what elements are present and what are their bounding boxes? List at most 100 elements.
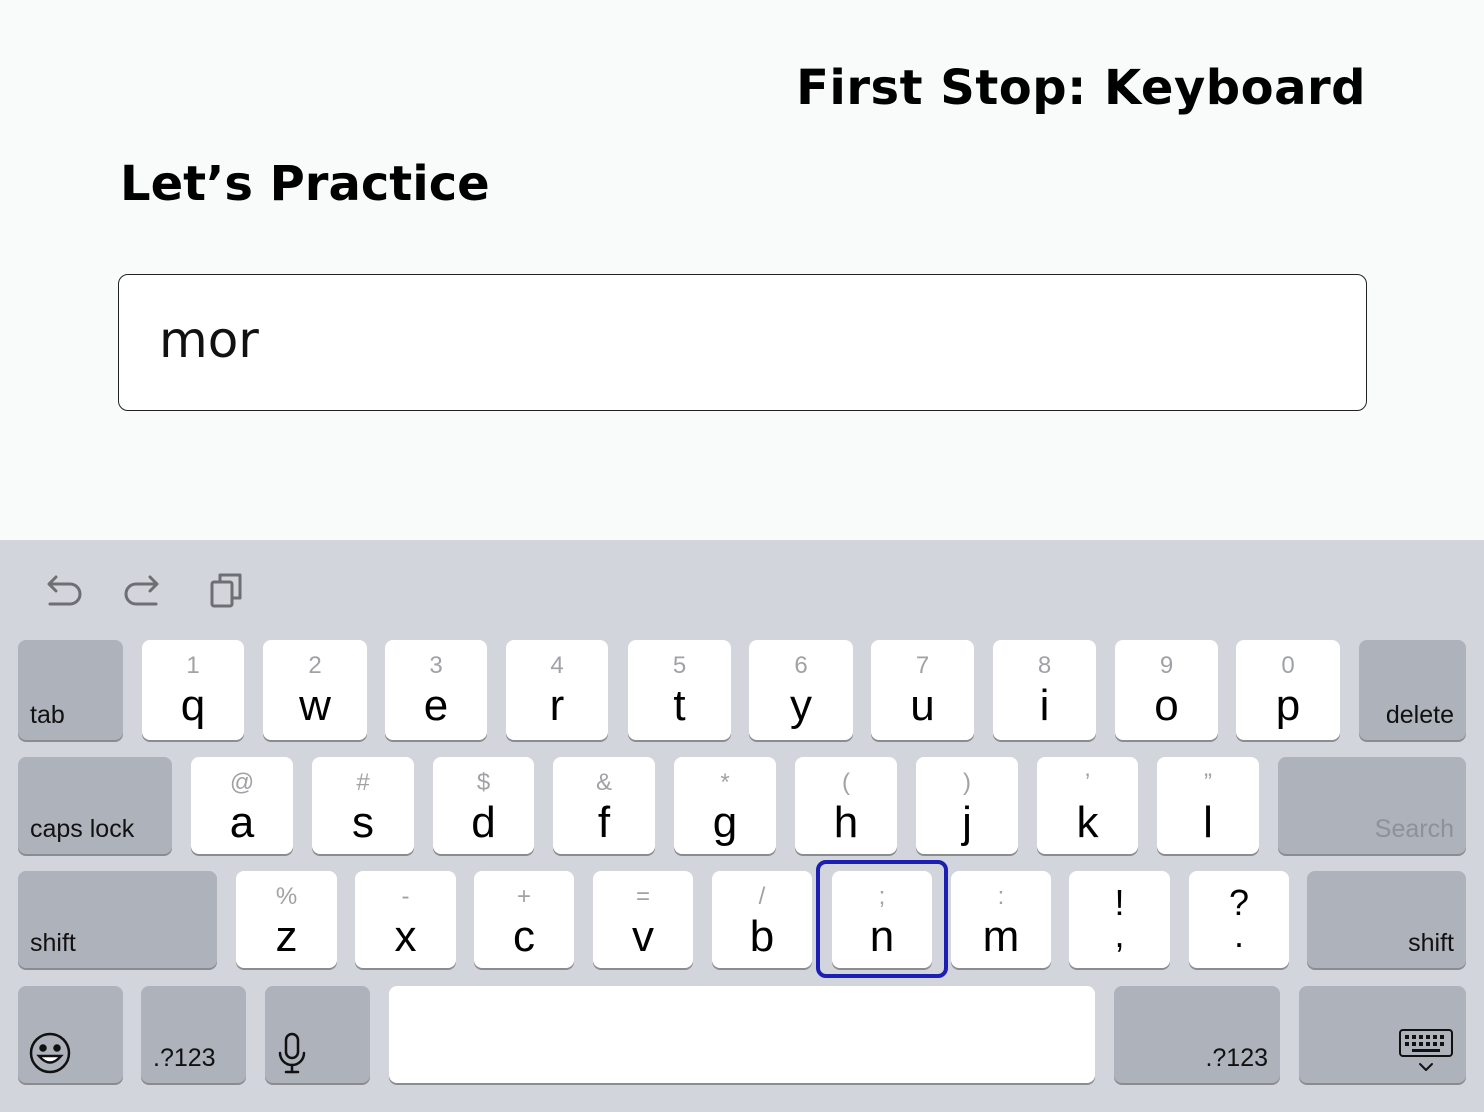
search-key[interactable]: Search [1278, 757, 1466, 854]
key-hint: ) [963, 769, 971, 796]
key-hint: ’ [1084, 769, 1091, 796]
key-hint: 3 [429, 652, 443, 679]
key-hint: 4 [550, 652, 564, 679]
key-hint: & [595, 769, 612, 796]
key-label: w [299, 681, 331, 730]
key-a[interactable]: @ a [191, 757, 293, 854]
key-label: c [513, 912, 535, 961]
key-t[interactable]: 5t [628, 640, 731, 740]
key-label: a [229, 798, 255, 847]
key-label: z [275, 912, 298, 961]
emoji-key[interactable] [18, 986, 123, 1083]
key-o[interactable]: 9o [1115, 640, 1218, 740]
key-hint: @ [229, 769, 255, 796]
key-m[interactable]: :m [951, 871, 1051, 968]
key-z[interactable]: % z [236, 871, 337, 968]
tab-key[interactable]: tab [18, 640, 123, 740]
key-v[interactable]: = v [593, 871, 693, 968]
key-label: x [394, 912, 417, 961]
key-hint: : [997, 883, 1005, 910]
delete-key[interactable]: delete [1359, 640, 1466, 740]
key-hint: 1 [186, 652, 200, 679]
key-label: h [833, 798, 859, 847]
key-hint: ; [878, 883, 886, 910]
key-label: v [632, 912, 654, 961]
section-title: Let’s Practice [120, 156, 490, 212]
shift-left-key[interactable]: shift [18, 871, 217, 968]
key-r[interactable]: 4r [506, 640, 608, 740]
key-e[interactable]: 3e [385, 640, 487, 740]
key-n[interactable]: ; n [832, 871, 932, 968]
key-label: p [1275, 681, 1301, 730]
space-bar[interactable] [389, 986, 1095, 1083]
numbers-key-right[interactable]: .?123 [1114, 986, 1280, 1083]
key-label: r [549, 681, 565, 730]
key-label: b [749, 912, 775, 961]
hide-keyboard-icon [1399, 1029, 1453, 1071]
key-hint: # [356, 769, 370, 796]
undo-icon[interactable] [40, 568, 84, 612]
key-label: k [1076, 798, 1099, 847]
numbers-key-left[interactable]: .?123 [141, 986, 246, 1083]
key-label: n [869, 912, 895, 961]
clipboard-icon[interactable] [206, 568, 250, 612]
key-f[interactable]: & f [553, 757, 655, 854]
key-hint: 2 [308, 652, 322, 679]
key-label: o [1154, 681, 1179, 730]
page-title: First Stop: Keyboard [796, 60, 1366, 116]
key-w[interactable]: 2w [263, 640, 367, 740]
key-exclamation-comma[interactable]: ! , [1069, 871, 1170, 968]
key-hint: / [758, 883, 766, 910]
key-u[interactable]: 7u [871, 640, 974, 740]
key-label: q [180, 681, 206, 730]
key-label: e [423, 681, 449, 730]
microphone-icon [278, 1032, 306, 1074]
key-x[interactable]: -x [355, 871, 456, 968]
key-c[interactable]: + c [474, 871, 574, 968]
key-d[interactable]: $ d [433, 757, 534, 854]
dictation-key[interactable] [265, 986, 370, 1083]
key-hint: 9 [1159, 652, 1174, 679]
key-question-period[interactable]: ? . [1189, 871, 1289, 968]
key-label: j [962, 798, 972, 847]
key-hint: ” [1204, 769, 1212, 796]
key-q[interactable]: 1q [142, 640, 244, 740]
key-y[interactable]: 6y [749, 640, 853, 740]
key-label: i [1039, 681, 1050, 730]
key-hint: - [401, 883, 410, 910]
key-hint: $ [476, 769, 491, 796]
key-hint: 0 [1281, 652, 1295, 679]
emoji-icon [29, 1032, 71, 1074]
hide-keyboard-key[interactable] [1299, 986, 1466, 1083]
key-g[interactable]: * g [674, 757, 776, 854]
shift-right-key[interactable]: shift [1307, 871, 1466, 968]
on-screen-keyboard: tab 1q2w3e4r5t6y7u8i9o0p delete caps loc… [0, 540, 1484, 1112]
key-i[interactable]: 8i [993, 640, 1096, 740]
practice-input[interactable]: mor [118, 274, 1367, 411]
key-hint: 8 [1037, 652, 1052, 679]
caps-lock-key[interactable]: caps lock [18, 757, 172, 854]
key-hint: 6 [794, 652, 808, 679]
key-label: m [982, 912, 1020, 961]
key-b[interactable]: / b [712, 871, 812, 968]
key-s[interactable]: # s [312, 757, 414, 854]
key-hint: + [516, 883, 531, 910]
key-hint: 7 [915, 652, 930, 679]
key-j[interactable]: ) j [916, 757, 1018, 854]
key-k[interactable]: ’ k [1037, 757, 1138, 854]
key-h[interactable]: (h [795, 757, 897, 854]
key-hint: * [720, 769, 730, 796]
key-p[interactable]: 0p [1236, 640, 1340, 740]
key-label: g [712, 798, 738, 847]
key-label: l [1203, 798, 1213, 847]
key-label: t [673, 681, 686, 730]
key-label: f [597, 798, 611, 847]
key-label: d [471, 798, 496, 847]
key-label: s [352, 798, 374, 847]
key-hint: % [275, 883, 298, 910]
key-hint: ( [842, 769, 850, 796]
key-l[interactable]: ” l [1157, 757, 1259, 854]
key-label: u [910, 681, 935, 730]
redo-icon[interactable] [122, 568, 166, 612]
key-hint: = [635, 883, 650, 910]
